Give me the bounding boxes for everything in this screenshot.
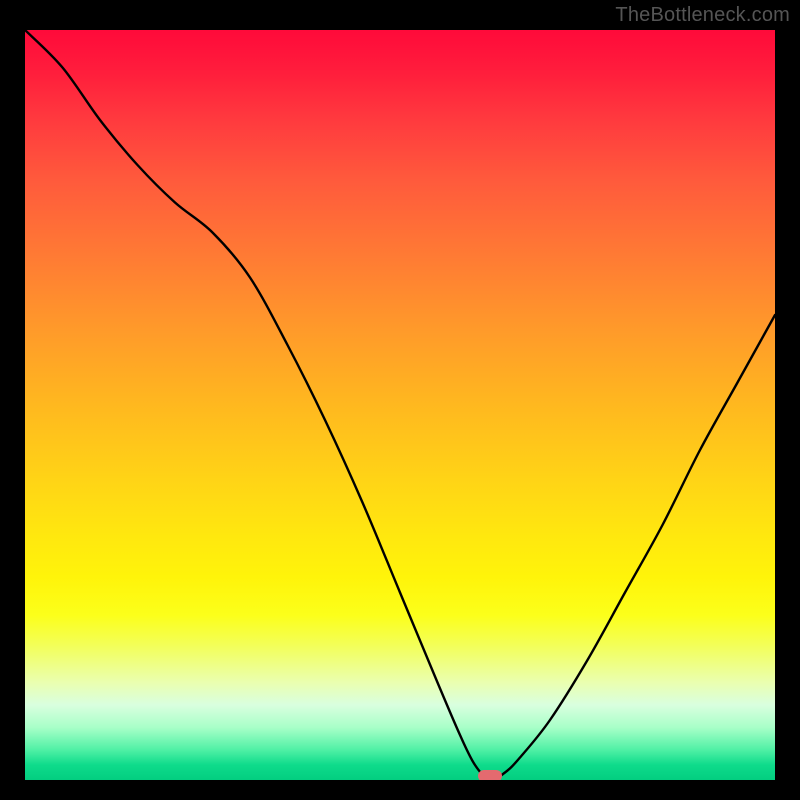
chart-frame: TheBottleneck.com	[0, 0, 800, 800]
optimal-marker	[478, 770, 502, 780]
bottleneck-curve	[25, 30, 775, 780]
plot-area	[25, 30, 775, 780]
watermark-text: TheBottleneck.com	[615, 4, 790, 27]
